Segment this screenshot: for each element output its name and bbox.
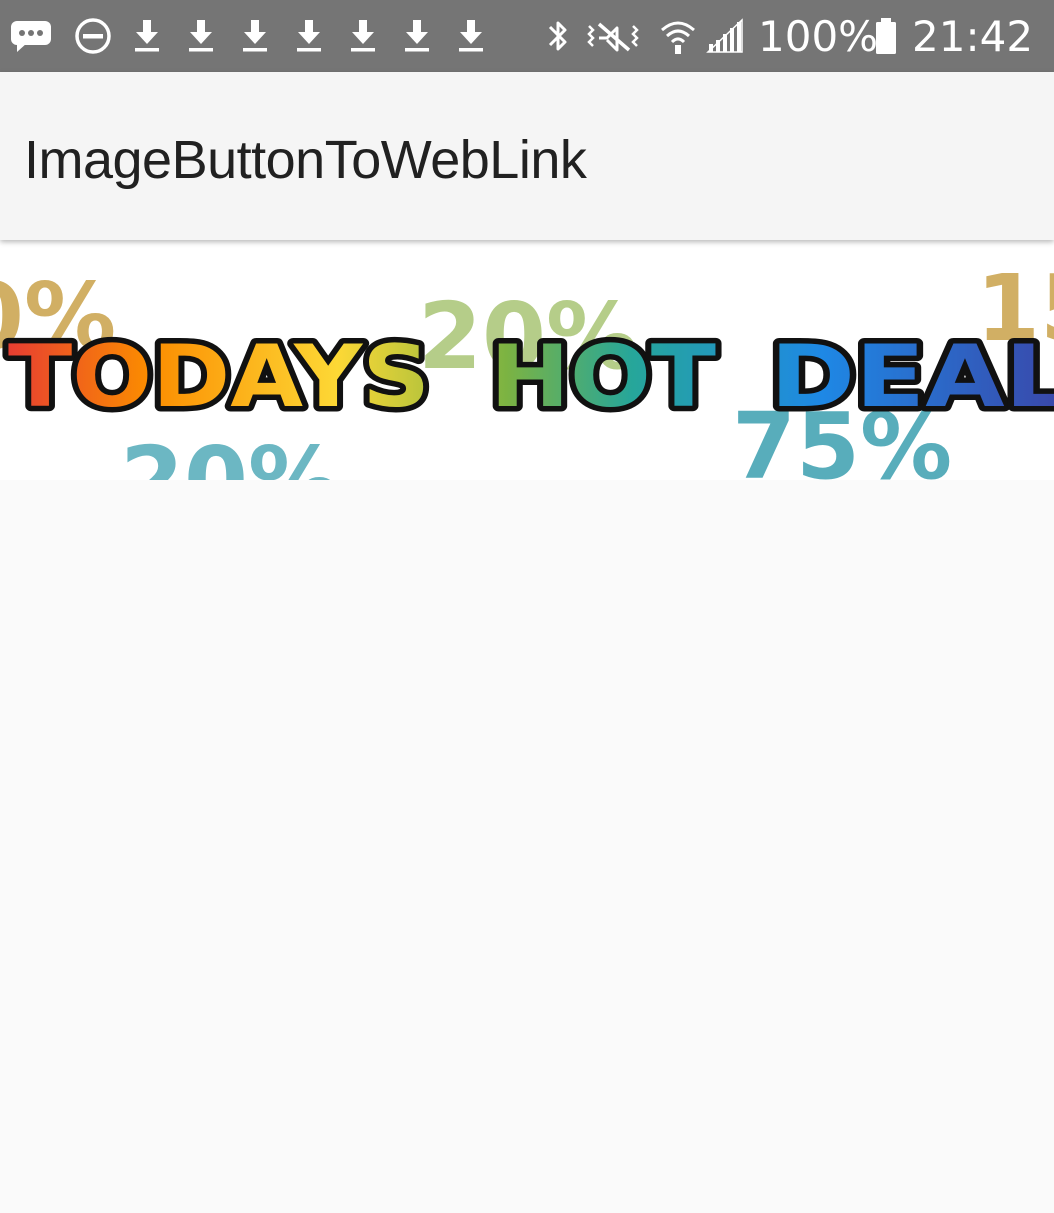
download-icon (238, 0, 272, 72)
download-icon (184, 0, 218, 72)
banner-word-hot: HOT (490, 327, 716, 427)
banner-graphic: 0% 20% 15 75% 20% TODAYS HOT DEAL (0, 255, 1054, 480)
message-icon (8, 0, 54, 72)
download-icon (346, 0, 380, 72)
download-icon (400, 0, 434, 72)
content-area (0, 480, 1054, 1213)
banner-bg-number: 20% (120, 427, 340, 480)
battery-icon (872, 0, 900, 72)
status-bar: 100% 21:42 (0, 0, 1054, 72)
download-icon (130, 0, 164, 72)
todays-hot-deal-image-button[interactable]: 0% 20% 15 75% 20% TODAYS HOT DEAL (0, 240, 1054, 480)
vibrate-mute-icon (584, 0, 642, 72)
app-title: ImageButtonToWebLink (24, 130, 587, 190)
download-icon (292, 0, 326, 72)
banner-word-todays: TODAYS (8, 327, 430, 427)
do-not-disturb-icon (72, 0, 114, 72)
cell-signal-icon (704, 0, 746, 72)
download-icon (454, 0, 488, 72)
banner-word-deal: DEAL (770, 327, 1054, 427)
app-bar: ImageButtonToWebLink (0, 72, 1054, 240)
battery-percent: 100% (758, 12, 879, 61)
bluetooth-icon (542, 0, 574, 72)
wifi-icon (658, 0, 698, 72)
clock-time: 21:42 (912, 12, 1034, 61)
